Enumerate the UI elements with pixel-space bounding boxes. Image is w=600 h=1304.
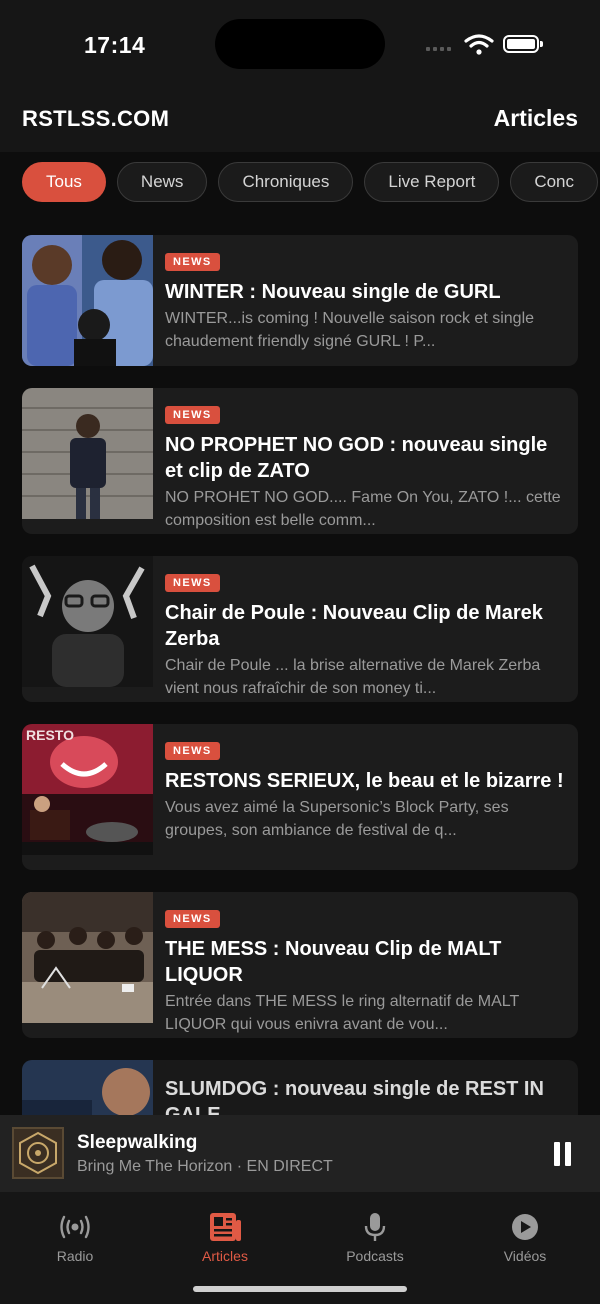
tab-label: Podcasts <box>346 1248 404 1264</box>
tab-label: Articles <box>202 1248 248 1264</box>
app-header: RSTLSS.COM Articles <box>0 92 600 152</box>
status-bar: 17:14 <box>0 0 600 92</box>
battery-icon <box>503 35 543 53</box>
article-thumbnail <box>22 235 153 366</box>
article-thumbnail: RESTO <box>22 724 153 855</box>
article-card[interactable]: SLUMDOG : nouveau single de REST IN GALE <box>22 1060 578 1115</box>
tab-label: Vidéos <box>503 1248 547 1264</box>
wifi-icon <box>464 34 494 55</box>
article-excerpt: NO PROHET NO GOD.... Fame On You, ZATO !… <box>165 489 561 529</box>
article-excerpt: Chair de Poule ... la brise alternative … <box>165 657 541 697</box>
category-badge: NEWS <box>165 574 220 592</box>
article-title: WINTER : Nouveau single de GURL <box>165 281 501 303</box>
article-thumbnail <box>22 1060 153 1115</box>
site-logo[interactable]: RSTLSS.COM <box>22 106 169 132</box>
article-title: SLUMDOG : nouveau single de REST IN GALE <box>165 1078 544 1115</box>
article-card[interactable]: NEWS THE MESS : Nouveau Clip de MALT LIQ… <box>22 892 578 1038</box>
tab-radio[interactable]: Radio <box>0 1212 150 1264</box>
article-thumbnail <box>22 388 153 519</box>
article-card[interactable]: RESTO NEWS RESTONS SERIEUX, le beau et l… <box>22 724 578 870</box>
page-title: Articles <box>493 105 578 131</box>
cellular-signal-icon <box>426 47 451 51</box>
article-title: RESTONS SERIEUX, le beau et le bizarre ! <box>165 770 564 792</box>
category-badge: NEWS <box>165 910 220 928</box>
status-time: 17:14 <box>84 32 146 58</box>
article-card[interactable]: NEWS WINTER : Nouveau single de GURL WIN… <box>22 235 578 366</box>
pause-icon[interactable] <box>552 1142 572 1166</box>
newspaper-icon <box>210 1213 241 1241</box>
tab-label: Radio <box>56 1248 94 1264</box>
article-card[interactable]: NEWS Chair de Poule : Nouveau Clip de Ma… <box>22 556 578 702</box>
filter-chip-tous[interactable]: Tous <box>22 162 106 202</box>
category-badge: NEWS <box>165 742 220 760</box>
play-circle-icon <box>512 1214 538 1240</box>
now-playing-artist: Bring Me The Horizon · EN DIRECT <box>77 1158 333 1175</box>
article-excerpt: Vous avez aimé la Supersonic’s Block Par… <box>165 799 509 839</box>
radio-waves-icon <box>60 1215 90 1239</box>
tab-articles[interactable]: Articles <box>150 1212 300 1264</box>
filter-chip-concerts[interactable]: Conc <box>510 162 599 202</box>
dynamic-island <box>215 19 385 69</box>
article-excerpt: Entrée dans THE MESS le ring alternatif … <box>165 993 519 1033</box>
home-indicator[interactable] <box>193 1286 407 1292</box>
article-feed[interactable]: NEWS WINTER : Nouveau single de GURL WIN… <box>22 235 578 1115</box>
article-thumbnail <box>22 892 153 1023</box>
article-title: Chair de Poule : Nouveau Clip de Marek Z… <box>165 602 543 650</box>
category-filter-bar: Tous News Chroniques Live Report Conc <box>0 152 600 214</box>
filter-chip-live-report[interactable]: Live Report <box>364 162 500 202</box>
filter-chip-chroniques[interactable]: Chroniques <box>218 162 354 202</box>
microphone-icon <box>364 1213 386 1241</box>
article-thumbnail <box>22 556 153 687</box>
category-badge: NEWS <box>165 406 220 424</box>
filter-chip-news[interactable]: News <box>116 162 208 202</box>
article-title: NO PROPHET NO GOD : nouveau single et cl… <box>165 434 548 482</box>
category-badge: NEWS <box>165 253 220 271</box>
article-excerpt: WINTER...is coming ! Nouvelle saison roc… <box>165 310 535 350</box>
tab-videos[interactable]: Vidéos <box>450 1212 600 1264</box>
article-title: THE MESS : Nouveau Clip de MALT LIQUOR <box>165 938 502 986</box>
tab-podcasts[interactable]: Podcasts <box>300 1212 450 1264</box>
article-card[interactable]: NEWS NO PROPHET NO GOD : nouveau single … <box>22 388 578 534</box>
album-cover <box>12 1127 64 1179</box>
svg-text:RESTO: RESTO <box>26 727 74 743</box>
mini-player[interactable]: Sleepwalking Bring Me The Horizon · EN D… <box>0 1115 600 1192</box>
now-playing-title: Sleepwalking <box>77 1132 198 1153</box>
